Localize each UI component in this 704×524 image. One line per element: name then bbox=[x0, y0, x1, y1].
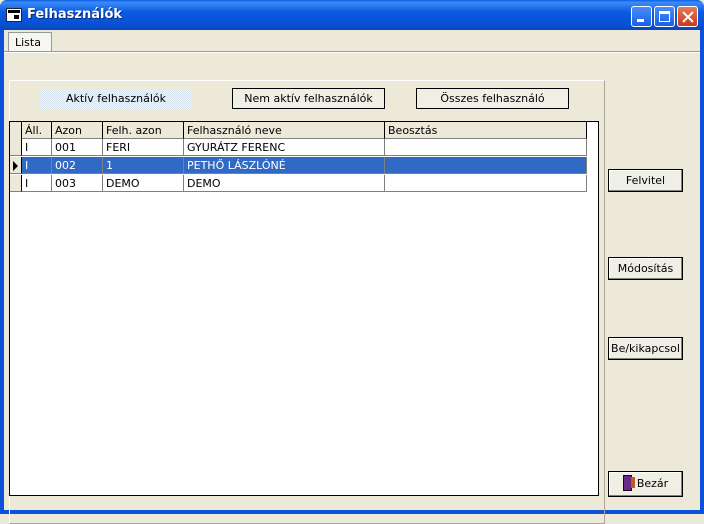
cell-id[interactable]: 001 bbox=[52, 139, 103, 156]
tab-lista[interactable]: Lista bbox=[8, 32, 52, 52]
cell-position[interactable] bbox=[385, 175, 587, 192]
users-table[interactable]: Áll. Azon Felh. azon Felhasználó neve Be… bbox=[9, 121, 599, 496]
row-indicator[interactable] bbox=[10, 175, 22, 192]
close-button-label: Bezár bbox=[636, 477, 669, 490]
cell-user-id[interactable]: 1 bbox=[103, 157, 184, 174]
window-client-area: Lista Aktív felhasználók Nem aktív felha… bbox=[4, 30, 700, 524]
all-users-button[interactable]: Összes felhasználó bbox=[416, 88, 569, 109]
cell-position[interactable] bbox=[385, 157, 587, 174]
close-window-button[interactable] bbox=[677, 6, 698, 27]
column-header-user-id[interactable]: Felh. azon bbox=[103, 122, 184, 139]
add-user-button[interactable]: Felvitel bbox=[608, 169, 683, 192]
cell-user-name[interactable]: PETHŐ LÁSZLÓNÉ bbox=[184, 157, 385, 174]
toggle-user-button[interactable]: Be/kikapcsol bbox=[608, 337, 683, 360]
main-window: Felhasználók Lista Aktív felhasználók Ne… bbox=[0, 0, 704, 524]
cell-id[interactable]: 003 bbox=[52, 175, 103, 192]
row-indicator[interactable] bbox=[10, 157, 22, 174]
inactive-users-button[interactable]: Nem aktív felhasználók bbox=[232, 88, 385, 109]
column-header-position[interactable]: Beosztás bbox=[385, 122, 587, 139]
title-bar[interactable]: Felhasználók bbox=[0, 0, 704, 30]
cell-position[interactable] bbox=[385, 139, 587, 156]
column-header-id[interactable]: Azon bbox=[52, 122, 103, 139]
cell-status[interactable]: I bbox=[22, 157, 52, 174]
maximize-button[interactable] bbox=[654, 6, 675, 27]
cell-status[interactable]: I bbox=[22, 139, 52, 156]
minimize-button[interactable] bbox=[631, 6, 652, 27]
current-row-pointer-icon bbox=[13, 161, 18, 171]
column-header-status[interactable]: Áll. bbox=[22, 122, 52, 139]
cell-user-id[interactable]: DEMO bbox=[103, 175, 184, 192]
window-app-icon[interactable] bbox=[6, 8, 22, 22]
row-indicator[interactable] bbox=[10, 139, 22, 156]
cell-status[interactable]: I bbox=[22, 175, 52, 192]
column-header-user-name[interactable]: Felhasználó neve bbox=[184, 122, 385, 139]
exit-door-icon bbox=[623, 475, 635, 491]
edit-user-button[interactable]: Módosítás bbox=[608, 257, 683, 280]
active-users-button[interactable]: Aktív felhasználók bbox=[40, 89, 192, 110]
table-header: Áll. Azon Felh. azon Felhasználó neve Be… bbox=[10, 122, 587, 139]
cell-user-name[interactable]: GYURÁTZ FERENC bbox=[184, 139, 385, 156]
cell-user-name[interactable]: DEMO bbox=[184, 175, 385, 192]
cell-user-id[interactable]: FERI bbox=[103, 139, 184, 156]
cell-id[interactable]: 002 bbox=[52, 157, 103, 174]
close-button[interactable]: Bezár bbox=[608, 471, 683, 497]
tab-label: Lista bbox=[15, 36, 41, 49]
window-title: Felhasználók bbox=[27, 7, 123, 22]
